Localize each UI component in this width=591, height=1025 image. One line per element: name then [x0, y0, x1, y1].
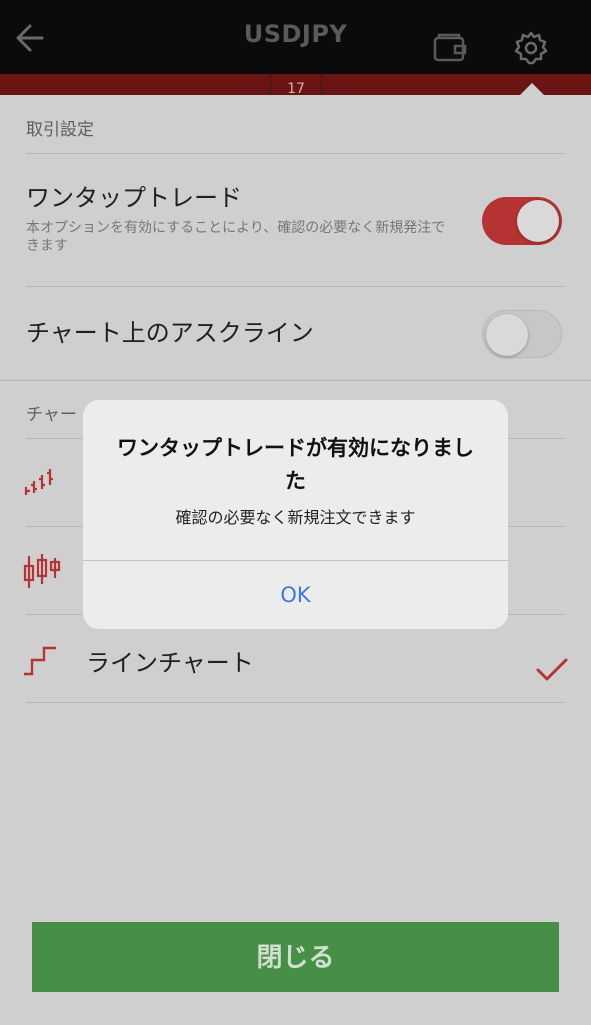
- one-tap-trade-toggle[interactable]: [482, 197, 562, 245]
- selected-check-icon: [536, 658, 568, 681]
- ask-line-title: チャート上のアスクライン: [26, 319, 314, 347]
- wallet-button[interactable]: [433, 32, 467, 62]
- one-tap-trade-title: ワンタップトレード: [26, 184, 242, 212]
- bar-chart-icon: [24, 469, 53, 495]
- toggle-knob: [517, 200, 559, 242]
- divider: [0, 380, 591, 381]
- divider: [26, 702, 565, 703]
- alert-ok-button[interactable]: OK: [83, 561, 508, 629]
- chart-type-line-label: ラインチャート: [86, 649, 254, 677]
- divider: [26, 153, 565, 154]
- settings-popover-caret: [520, 83, 544, 95]
- gear-icon: [514, 31, 548, 65]
- wallet-icon: [433, 33, 467, 62]
- trade-settings-section-label: 取引設定: [26, 120, 94, 140]
- ask-line-toggle[interactable]: [482, 310, 562, 358]
- settings-button[interactable]: [513, 30, 549, 66]
- page-title: USDJPY: [243, 20, 348, 48]
- toggle-knob: [486, 314, 528, 356]
- alert-dialog: ワンタップトレードが有効になりました 確認の必要なく新規注文できます OK: [83, 400, 508, 629]
- close-button[interactable]: 閉じる: [32, 922, 559, 992]
- strip-value: 17: [270, 74, 322, 97]
- top-bar: USDJPY: [0, 0, 591, 74]
- chart-settings-section-label: チャー: [26, 405, 77, 425]
- one-tap-trade-description: 本オプションを有効にすることにより、確認の必要なく新規発注できます: [26, 220, 446, 254]
- line-chart-icon: [24, 646, 56, 676]
- alert-title: ワンタップトレードが有効になりました: [117, 436, 474, 493]
- candlestick-chart-icon: [23, 554, 61, 588]
- alert-message: 確認の必要なく新規注文できます: [175, 508, 416, 527]
- divider: [26, 286, 565, 287]
